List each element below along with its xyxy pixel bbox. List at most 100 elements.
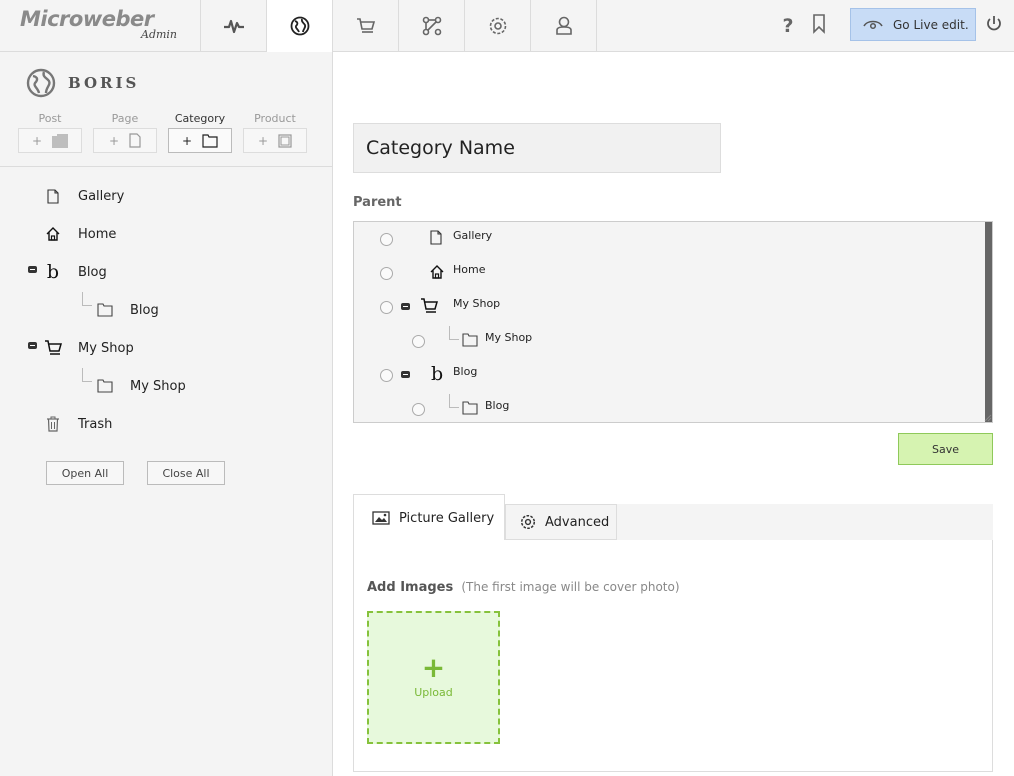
- parent-radio-gallery[interactable]: [380, 233, 393, 246]
- tree-item-label: My Shop: [130, 378, 186, 394]
- add-post[interactable]: Post +: [18, 112, 82, 153]
- post-icon: [52, 133, 69, 148]
- trash-icon: [42, 416, 64, 432]
- page-icon: [430, 230, 442, 245]
- tree-connector: [449, 326, 459, 340]
- upload-dropzone[interactable]: + Upload: [367, 611, 500, 744]
- parent-radio-my-shop[interactable]: [380, 301, 393, 314]
- resize-grip-icon[interactable]: [984, 414, 992, 422]
- add-page-button[interactable]: +: [93, 128, 157, 153]
- collapse-toggle[interactable]: [401, 303, 410, 310]
- collapse-toggle[interactable]: [401, 371, 410, 378]
- tree-connector: [82, 368, 92, 382]
- nav-modules[interactable]: [398, 0, 464, 52]
- tree-item-label: My Shop: [78, 340, 134, 356]
- add-product-label: Product: [254, 112, 296, 125]
- add-post-label: Post: [38, 112, 62, 125]
- add-images-label: Add Images: [367, 580, 454, 595]
- pulse-icon: [224, 19, 244, 34]
- page-icon: [129, 133, 141, 148]
- collapse-toggle[interactable]: [28, 266, 37, 273]
- globe-icon: [26, 68, 56, 98]
- add-category[interactable]: Category +: [168, 112, 232, 153]
- parent-item-label: My Shop: [485, 331, 533, 344]
- divider: [0, 166, 333, 167]
- bookmark-icon: [813, 14, 825, 34]
- page-icon: [42, 188, 64, 204]
- picture-gallery-panel: Add Images (The first image will be cove…: [353, 540, 993, 772]
- parent-item-label: Home: [453, 263, 486, 276]
- home-icon: [42, 227, 64, 241]
- nav-settings[interactable]: [464, 0, 530, 52]
- top-bar: Microweber Admin ? Go Live edit.: [0, 0, 1014, 52]
- save-button[interactable]: Save: [898, 433, 993, 465]
- help-button[interactable]: ?: [777, 13, 799, 39]
- power-icon: [987, 16, 1001, 31]
- scrollbar[interactable]: [985, 222, 992, 422]
- nav-shop[interactable]: [332, 0, 398, 52]
- parent-item-label: Gallery: [453, 229, 493, 242]
- parent-radio-blog-category[interactable]: [412, 403, 425, 416]
- parent-radio-blog[interactable]: [380, 369, 393, 382]
- add-page[interactable]: Page +: [93, 112, 157, 153]
- brand-subtitle: Admin: [141, 28, 178, 41]
- parent-selector[interactable]: Gallery Home My Shop My Shop b Blog Blog: [353, 221, 993, 423]
- tree-item-label: Blog: [130, 302, 159, 318]
- site-name: BORIS: [68, 74, 140, 92]
- tree-item-blog-category[interactable]: Blog: [94, 298, 159, 322]
- folder-icon: [94, 379, 116, 393]
- open-all-button[interactable]: Open All: [46, 461, 124, 485]
- go-live-edit-button[interactable]: Go Live edit.: [850, 8, 976, 41]
- tab-label: Picture Gallery: [399, 510, 495, 526]
- tab-picture-gallery[interactable]: Picture Gallery: [353, 494, 505, 541]
- add-product[interactable]: Product +: [243, 112, 307, 153]
- cart-icon: [42, 340, 64, 356]
- logo[interactable]: Microweber Admin: [20, 7, 190, 43]
- parent-radio-my-shop-category[interactable]: [412, 335, 425, 348]
- nav-website[interactable]: [266, 0, 332, 52]
- bookmark-button[interactable]: [812, 14, 826, 38]
- add-product-button[interactable]: +: [243, 128, 307, 153]
- parent-radio-home[interactable]: [380, 267, 393, 280]
- modules-icon: [422, 16, 441, 36]
- logout-button[interactable]: [986, 15, 1002, 37]
- folder-icon: [202, 133, 218, 148]
- parent-label: Parent: [353, 195, 402, 210]
- tree-item-blog[interactable]: b Blog: [42, 260, 107, 284]
- picture-icon: [372, 511, 390, 525]
- nav-dashboard[interactable]: [200, 0, 267, 52]
- tree-item-home[interactable]: Home: [42, 222, 116, 246]
- add-post-button[interactable]: +: [18, 128, 82, 153]
- parent-item-label: My Shop: [453, 297, 501, 310]
- close-all-button[interactable]: Close All: [147, 461, 225, 485]
- user-icon: [555, 16, 572, 35]
- add-category-label: Category: [174, 112, 226, 125]
- sidebar: BORIS Post + Page + Category + Product +…: [0, 52, 333, 776]
- tab-advanced[interactable]: Advanced: [505, 504, 617, 540]
- cart-icon: [356, 18, 375, 33]
- upload-label: Upload: [414, 686, 453, 699]
- globe-icon: [290, 16, 309, 36]
- add-images-heading: Add Images (The first image will be cove…: [367, 580, 680, 595]
- tree-item-label: Trash: [78, 416, 113, 432]
- category-name-input[interactable]: Category Name: [353, 123, 721, 173]
- nav-users[interactable]: [530, 0, 597, 52]
- tree-item-label: Gallery: [78, 188, 125, 204]
- add-page-label: Page: [111, 112, 139, 125]
- eye-icon: [863, 20, 883, 29]
- tree-item-my-shop-category[interactable]: My Shop: [94, 374, 186, 398]
- plus-icon: +: [181, 133, 193, 148]
- add-category-button[interactable]: +: [168, 128, 232, 153]
- folder-icon: [462, 333, 478, 347]
- tree-connector: [449, 394, 459, 408]
- gear-icon: [520, 514, 536, 530]
- tree-item-gallery[interactable]: Gallery: [42, 184, 124, 208]
- folder-icon: [94, 303, 116, 317]
- tree-item-trash[interactable]: Trash: [42, 412, 112, 436]
- blog-icon: b: [431, 363, 444, 385]
- plus-icon: +: [421, 651, 446, 684]
- tree-item-my-shop[interactable]: My Shop: [42, 336, 134, 360]
- collapse-toggle[interactable]: [28, 342, 37, 349]
- cart-icon: [421, 298, 438, 313]
- tree-connector: [82, 292, 92, 306]
